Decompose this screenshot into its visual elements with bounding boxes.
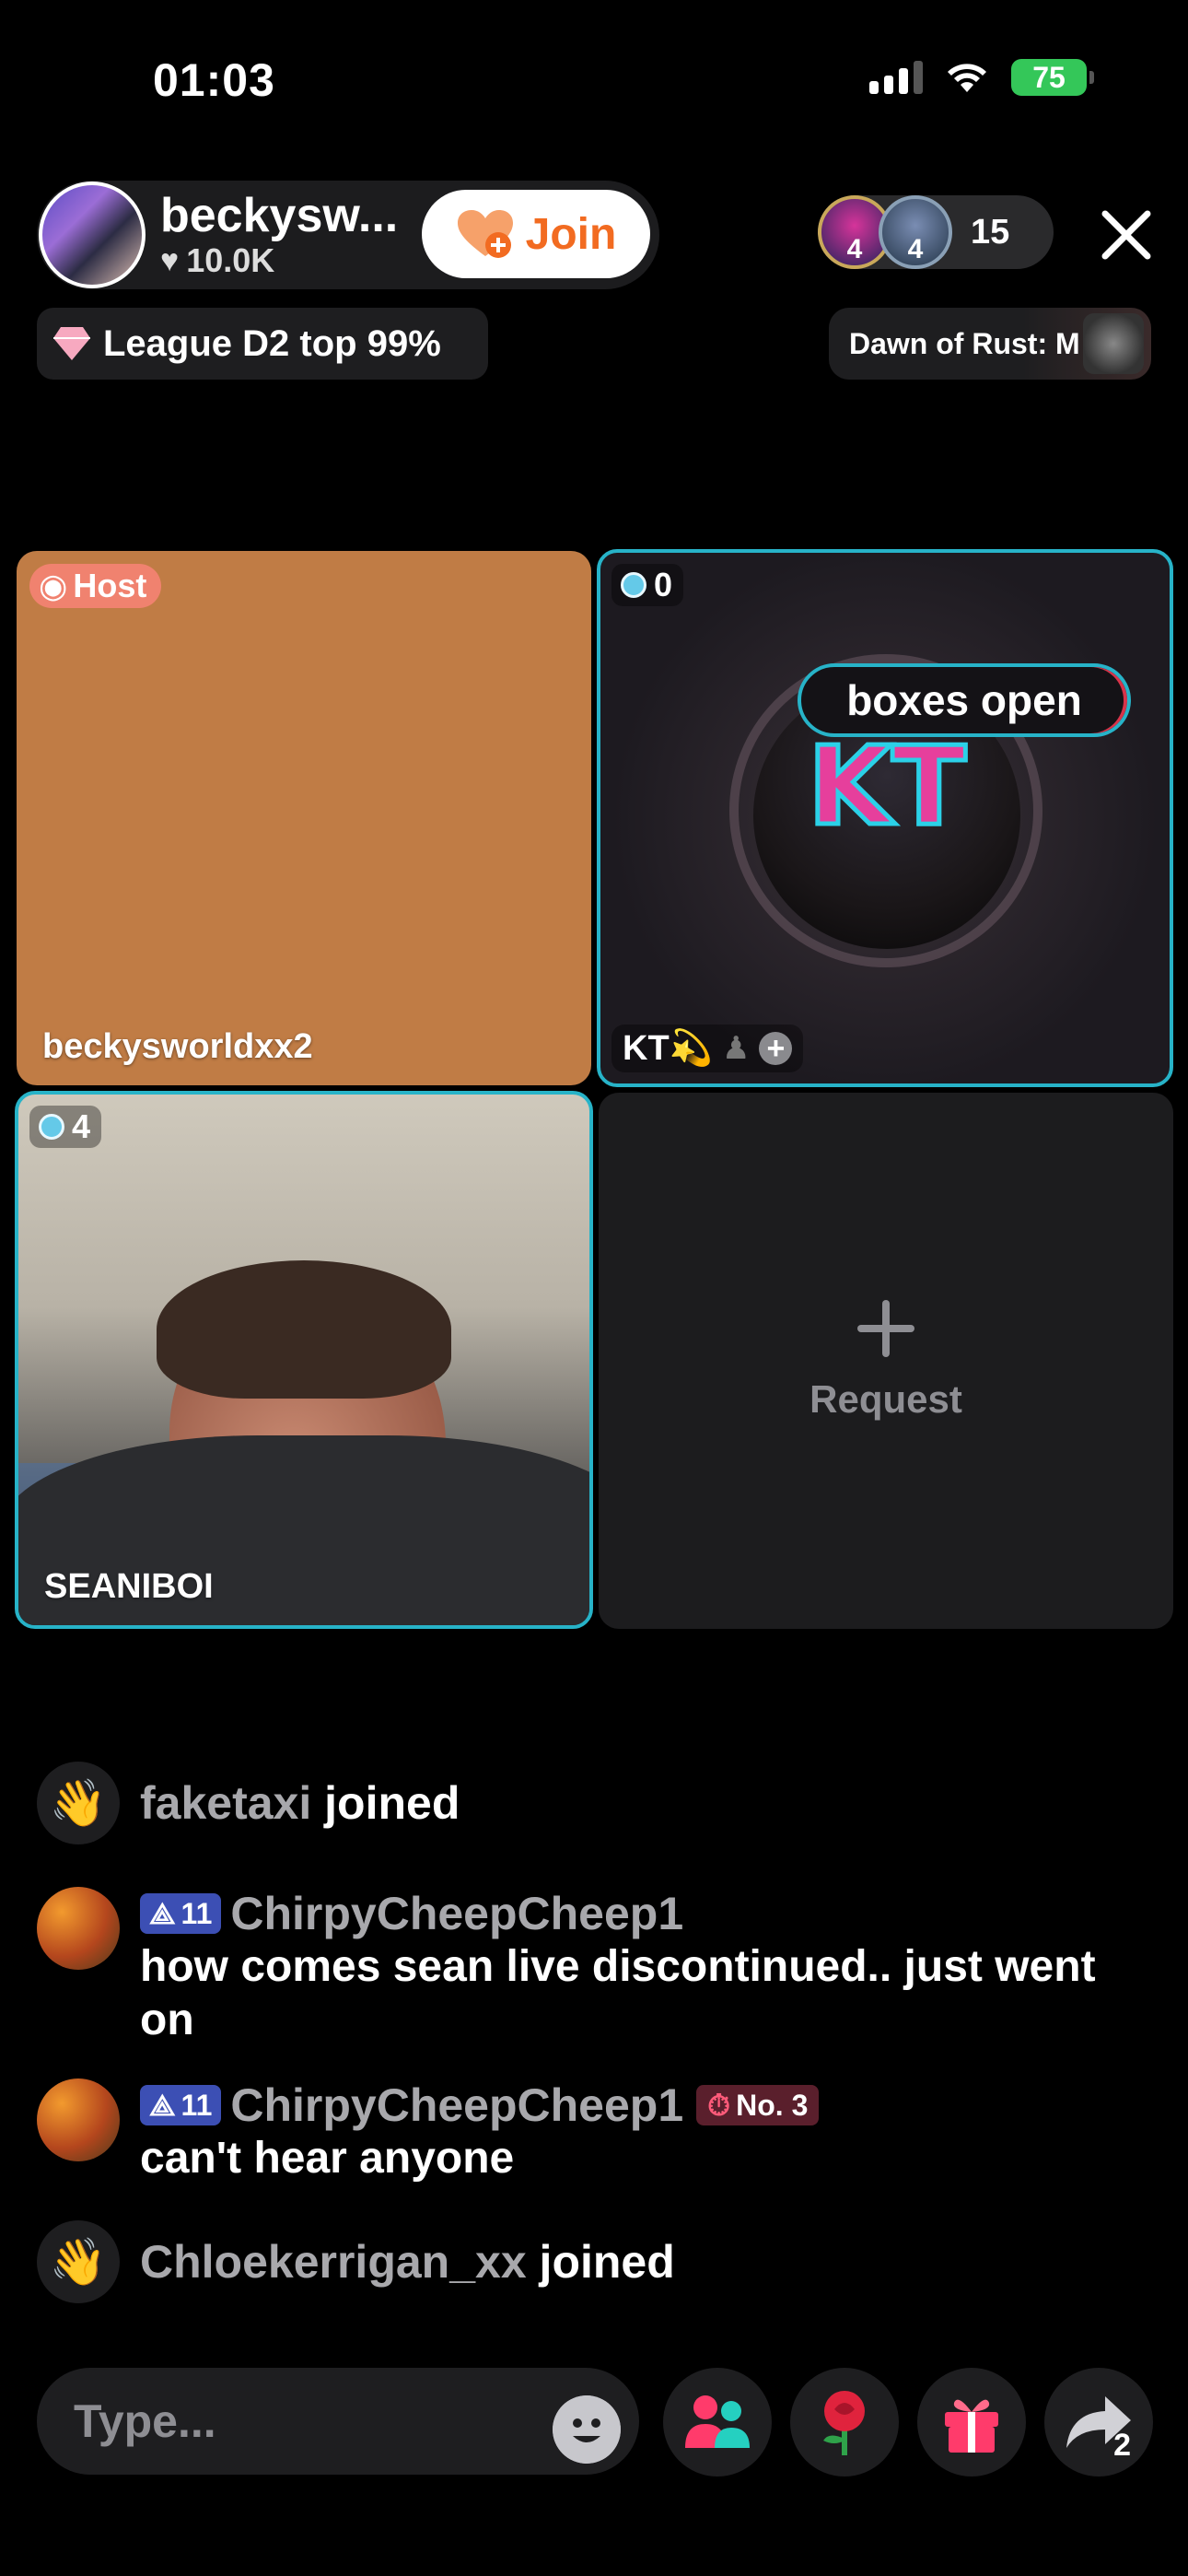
join-heart-icon [456, 208, 515, 260]
host-badge-label: Host [73, 567, 147, 604]
comment-input[interactable]: Type... [37, 2368, 639, 2475]
host-avatar[interactable] [39, 181, 146, 288]
chat-message-text: can't hear anyone [140, 2134, 515, 2183]
chat-username[interactable]: ChirpyCheepCheep1 [230, 2079, 683, 2131]
chat-join-suffix: joined [539, 2236, 675, 2288]
viewer-list[interactable]: 4 4 15 [818, 195, 1054, 269]
live-room-screen: 01:03 75 beckysw... ♥ 10.0K Join 4 4 15 … [0, 0, 1188, 2576]
event-icon [1083, 313, 1144, 374]
host-likes-count: 10.0K [186, 241, 275, 279]
comment-placeholder: Type... [74, 2395, 216, 2447]
kt-logo-text: KT [808, 724, 966, 844]
chat-join-suffix: joined [324, 1777, 460, 1829]
event-pill[interactable]: Dawn of Rust: M [829, 308, 1151, 380]
request-label: Request [809, 1377, 962, 1421]
level-badge: ⟁ 11 [140, 1892, 222, 1934]
gem-icon [621, 572, 646, 598]
kt-logo: KT [806, 724, 969, 844]
guest-name-row: KT💫 ♟ + [611, 1025, 804, 1072]
host-likes: ♥ 10.0K [160, 241, 398, 280]
gift-button[interactable] [917, 2368, 1026, 2476]
viewer-avatar[interactable]: 4 [879, 195, 952, 269]
status-icons: 75 [869, 59, 1094, 96]
share-button[interactable]: 2 [1044, 2368, 1153, 2476]
guests-button[interactable] [663, 2368, 772, 2476]
score-badge: 0 [611, 564, 684, 606]
level-icon: ⟁ [149, 1896, 176, 1930]
status-time: 01:03 [153, 54, 275, 106]
join-button[interactable]: Join [422, 190, 650, 278]
guests-icon [685, 2395, 750, 2448]
chat-message-text: how comes sean live discontinued.. just … [140, 1942, 1096, 2044]
diamond-icon [53, 327, 90, 360]
guest-name: KT💫 [623, 1029, 713, 1068]
level-value: 11 [181, 2088, 213, 2122]
host-profile-pill[interactable]: beckysw... ♥ 10.0K Join [37, 181, 659, 289]
rank-badge: ⏱ No. 3 [696, 2084, 820, 2125]
boxes-open-pill[interactable]: boxes open [798, 663, 1131, 737]
guest-tile-seaniboi[interactable]: 4 SEANIBOI [15, 1091, 593, 1629]
score-value: 0 [654, 566, 673, 603]
gift-icon [945, 2399, 998, 2453]
signal-icon [869, 61, 923, 94]
battery-level: 75 [1032, 60, 1066, 94]
chat-message-row: ⟁ 11 ChirpyCheepCheep1 how comes sean live… [37, 1887, 1153, 2047]
viewer-count: 15 [971, 213, 1010, 252]
chat-username[interactable]: Chloekerrigan_xx [140, 2236, 527, 2288]
chat-message-row: ⟁ 11 ChirpyCheepCheep1 ⏱ No. 3 can't hear an… [37, 2078, 1153, 2185]
gem-icon [39, 1114, 64, 1140]
figure-icon: ♟ [721, 1031, 751, 1066]
chat-join-row: 👋 faketaxi joined [37, 1762, 460, 1844]
wave-icon: 👋 [37, 2220, 120, 2303]
host-name: beckysw... [160, 189, 399, 242]
rose-icon [823, 2391, 865, 2455]
guest-tile-kt[interactable]: 0 KT boxes open KT💫 ♟ + [597, 549, 1173, 1087]
host-tile-name: beckysworldxx2 [42, 1027, 313, 1066]
guest-name: SEANIBOI [44, 1567, 214, 1606]
score-value: 4 [72, 1107, 91, 1145]
rank-label: No. 3 [736, 2088, 809, 2122]
share-count: 2 [1113, 2428, 1131, 2463]
chat-avatar[interactable] [37, 1887, 120, 1970]
heart-icon: ♥ [160, 242, 180, 278]
league-pill[interactable]: League D2 top 99% [37, 308, 488, 380]
wave-icon: 👋 [37, 1762, 120, 1844]
chat-username[interactable]: faketaxi [140, 1777, 311, 1829]
host-info: beckysw... ♥ 10.0K [160, 190, 398, 280]
level-badge: ⟁ 11 [140, 2084, 222, 2125]
video-hair [157, 1260, 451, 1399]
chat-username[interactable]: ChirpyCheepCheep1 [230, 1888, 683, 1939]
host-badge: ◉ Host [29, 564, 162, 608]
plus-icon [857, 1300, 914, 1357]
request-tile[interactable]: Request [599, 1093, 1173, 1629]
follow-plus-button[interactable]: + [759, 1032, 793, 1065]
level-icon: ⟁ [149, 2088, 176, 2122]
rank-icon: ⏱ [707, 2088, 731, 2122]
emoji-icon[interactable] [553, 2395, 621, 2464]
league-label: League D2 top 99% [103, 322, 441, 364]
score-badge: 4 [29, 1106, 102, 1148]
viewer-level: 4 [907, 234, 924, 264]
join-label: Join [525, 209, 617, 259]
event-label: Dawn of Rust: M [849, 326, 1079, 360]
chat-join-row: 👋 Chloekerrigan_xx joined [37, 2220, 675, 2303]
battery-icon: 75 [1011, 59, 1094, 96]
viewer-level: 4 [846, 234, 863, 264]
host-badge-icon: ◉ [39, 567, 68, 604]
chat-avatar[interactable] [37, 2078, 120, 2161]
rose-button[interactable] [790, 2368, 899, 2476]
level-value: 11 [181, 1896, 213, 1930]
wifi-icon [948, 64, 986, 92]
close-icon[interactable] [1096, 205, 1157, 265]
host-tile[interactable]: ◉ Host beckysworldxx2 [17, 551, 591, 1085]
